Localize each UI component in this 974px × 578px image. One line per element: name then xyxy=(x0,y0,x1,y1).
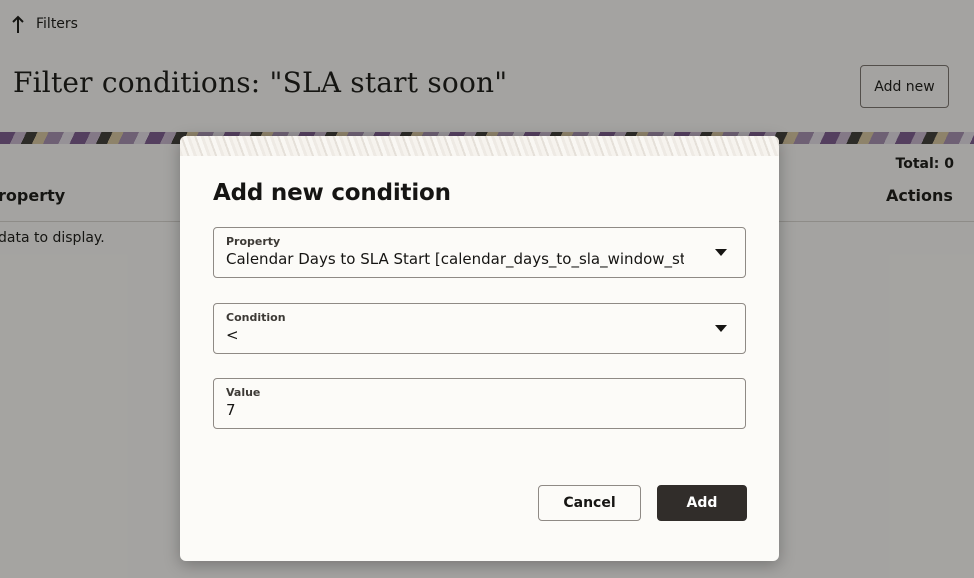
property-value: Calendar Days to SLA Start [calendar_day… xyxy=(226,250,684,268)
chevron-down-icon[interactable] xyxy=(715,325,727,332)
dialog-title: Add new condition xyxy=(213,180,451,206)
dialog-header-texture xyxy=(180,136,779,156)
condition-label: Condition xyxy=(226,311,286,324)
property-label: Property xyxy=(226,235,281,248)
condition-value: < xyxy=(226,326,239,344)
condition-select[interactable]: Condition < xyxy=(213,303,746,354)
cancel-button[interactable]: Cancel xyxy=(538,485,641,521)
add-condition-dialog: Add new condition Property Calendar Days… xyxy=(180,136,779,561)
add-button[interactable]: Add xyxy=(657,485,747,521)
value-input[interactable]: Value 7 xyxy=(213,378,746,429)
property-select[interactable]: Property Calendar Days to SLA Start [cal… xyxy=(213,227,746,278)
value-text[interactable]: 7 xyxy=(226,401,684,419)
chevron-down-icon[interactable] xyxy=(715,249,727,256)
value-label: Value xyxy=(226,386,261,399)
